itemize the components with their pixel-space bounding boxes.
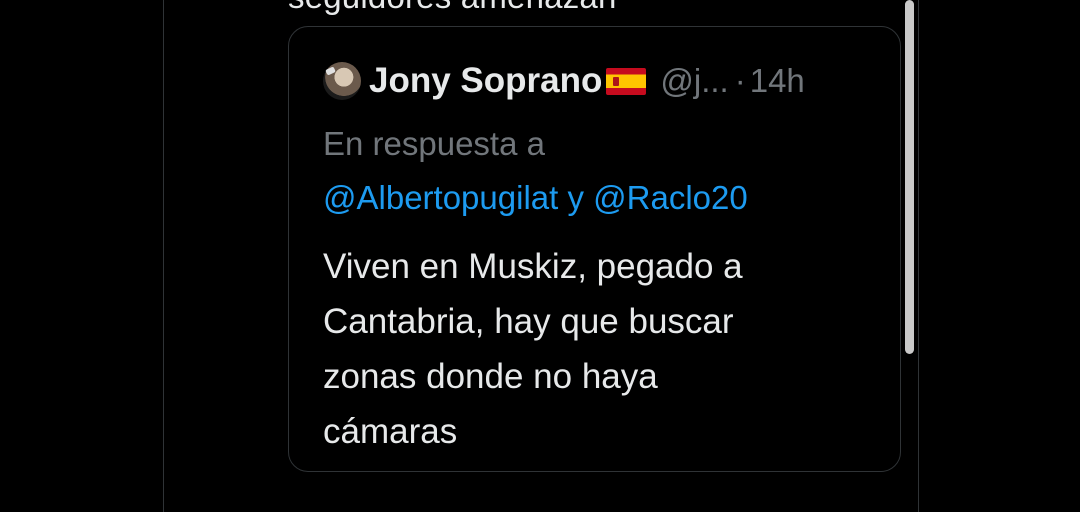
scrollbar-thumb[interactable] xyxy=(905,0,914,354)
tweet-body-line: zonas donde no haya xyxy=(323,357,658,396)
profile-avatar-icon[interactable] xyxy=(323,62,361,100)
previous-tweet-text: seguidores amenazan xyxy=(288,0,617,16)
mention-link[interactable]: @Albertopugilat xyxy=(323,179,558,216)
header-separator: · xyxy=(734,62,746,99)
author-display-name[interactable]: Jony Soprano xyxy=(369,61,602,101)
reply-mentions: @Albertopugilat y @Raclo20 xyxy=(323,179,748,217)
tweet-body-line: Cantabria, hay que buscar xyxy=(323,302,734,341)
tweet-body-line: cámaras xyxy=(323,412,458,451)
mention-joiner: y xyxy=(567,179,594,216)
quoted-tweet-card[interactable]: Jony Soprano @j... · 14h En respuesta a … xyxy=(288,26,901,472)
tweet-body-line: Viven en Muskiz, pegado a xyxy=(323,247,743,286)
spain-flag-icon xyxy=(606,67,647,95)
tweet-timestamp[interactable]: 14h xyxy=(750,62,805,100)
quoted-tweet-header: Jony Soprano @j... · 14h xyxy=(323,57,805,105)
reply-context-label: En respuesta a xyxy=(323,125,545,162)
tweet-body: Viven en Muskiz, pegado a Cantabria, hay… xyxy=(323,239,843,459)
author-handle[interactable]: @j... xyxy=(660,62,728,100)
mention-link[interactable]: @Raclo20 xyxy=(593,179,748,216)
